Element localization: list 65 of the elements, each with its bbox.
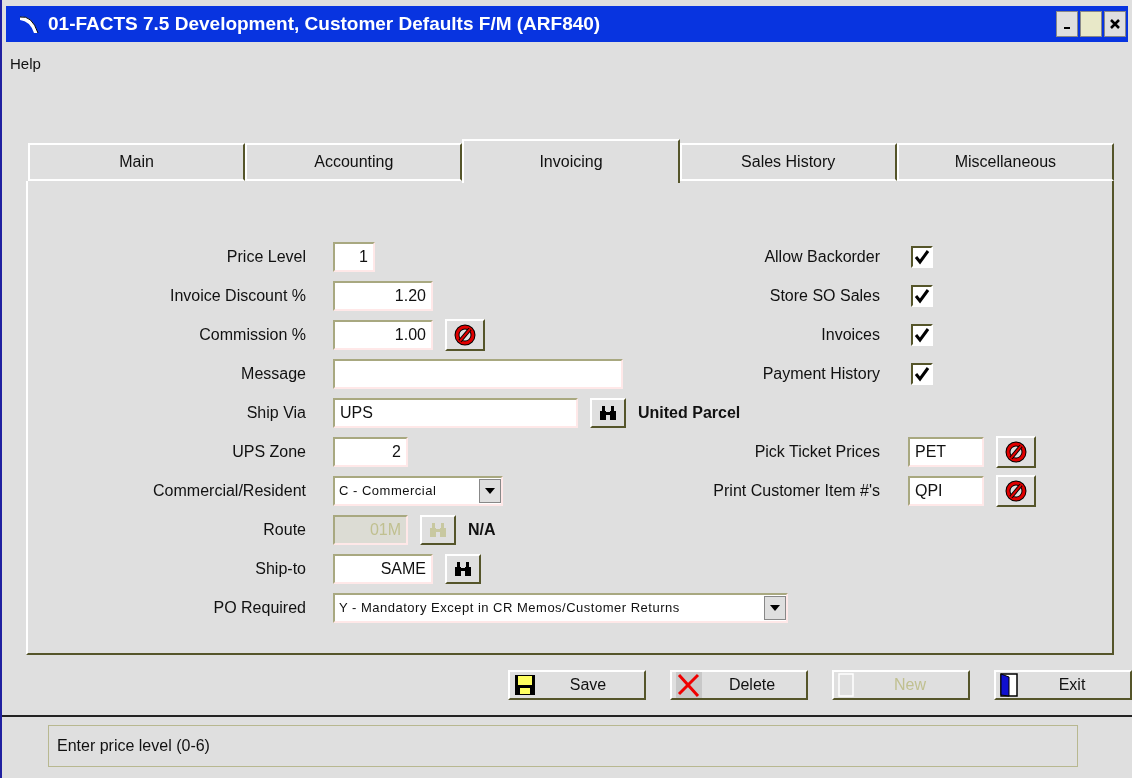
close-button[interactable] (1104, 11, 1126, 37)
field-label: Payment History (761, 363, 880, 384)
field-label: Store SO Sales (768, 285, 880, 306)
field-label: Ship Via (245, 402, 306, 423)
action-button[interactable]: Delete (670, 670, 808, 700)
cross-icon (676, 672, 702, 698)
lookup-button[interactable] (590, 397, 626, 428)
action-button[interactable]: Save (508, 670, 646, 700)
field-label: Commercial/Resident (152, 480, 306, 501)
input-field[interactable]: UPS (333, 397, 578, 428)
input-field[interactable]: 1.00 (333, 319, 433, 350)
checkbox[interactable] (911, 323, 933, 346)
door-icon (1000, 673, 1018, 697)
prohibited-icon (1005, 479, 1027, 502)
field-label: Print Customer Item #'s (712, 480, 880, 501)
logo-icon (18, 13, 40, 35)
binoculars-icon (599, 404, 617, 421)
input-field[interactable]: SAME (333, 553, 433, 584)
window-title: 01-FACTS 7.5 Development, Customer Defaults F/M (ARF840) (48, 11, 602, 36)
minimize-button[interactable] (1056, 11, 1078, 37)
field-label: Invoices (820, 324, 880, 345)
tab[interactable]: Sales History (679, 143, 897, 181)
checkbox[interactable] (911, 362, 933, 385)
clear-button[interactable] (996, 474, 1036, 507)
minimize-icon (1064, 27, 1070, 29)
field-label: Price Level (225, 246, 306, 267)
tab[interactable]: Miscellaneous (896, 143, 1114, 181)
input-field[interactable]: QPI (908, 475, 984, 506)
checkbox[interactable] (911, 284, 933, 307)
description-text: United Parcel (638, 402, 741, 423)
tab[interactable]: Accounting (245, 143, 463, 181)
binoculars-icon (429, 521, 447, 538)
action-button[interactable]: Exit (994, 670, 1132, 700)
page-icon (838, 673, 856, 697)
input-field[interactable]: PET (908, 436, 984, 467)
tab[interactable]: Invoicing (462, 139, 680, 183)
field-label: Message (240, 363, 306, 384)
field-label: Route (262, 519, 306, 540)
field-label: PO Required (212, 597, 306, 618)
field-label: Ship-to (254, 558, 306, 579)
field-label: Pick Ticket Prices (753, 441, 880, 462)
prohibited-icon (1005, 440, 1027, 463)
input-field[interactable]: 2 (333, 436, 408, 467)
field-label: UPS Zone (231, 441, 306, 462)
description-text: N/A (468, 519, 496, 540)
dropdown[interactable]: C - Commercial (333, 475, 503, 506)
dropdown-value: Y - Mandatory Except in CR Memos/Customer Returns (338, 598, 681, 617)
input-field[interactable]: 1.20 (333, 280, 433, 311)
prohibited-icon (454, 323, 476, 346)
field-label: Allow Backorder (763, 246, 880, 267)
menu-item[interactable]: Help (10, 52, 41, 76)
lookup-button[interactable] (445, 553, 481, 584)
input-field[interactable] (333, 358, 623, 389)
binoculars-icon (454, 560, 472, 577)
clear-button[interactable] (996, 435, 1036, 468)
field-label: Commission % (198, 324, 306, 345)
dropdown-value: C - Commercial (338, 481, 438, 500)
status-bar: Enter price level (0-6) (48, 725, 1078, 767)
dropdown[interactable]: Y - Mandatory Except in CR Memos/Customer Returns (333, 592, 788, 623)
tab[interactable]: Main (28, 143, 246, 181)
clear-button[interactable] (445, 318, 485, 351)
checkbox[interactable] (911, 245, 933, 268)
close-icon (1109, 18, 1121, 30)
input-field[interactable]: 1 (333, 241, 375, 272)
field-label: Invoice Discount % (168, 285, 306, 306)
